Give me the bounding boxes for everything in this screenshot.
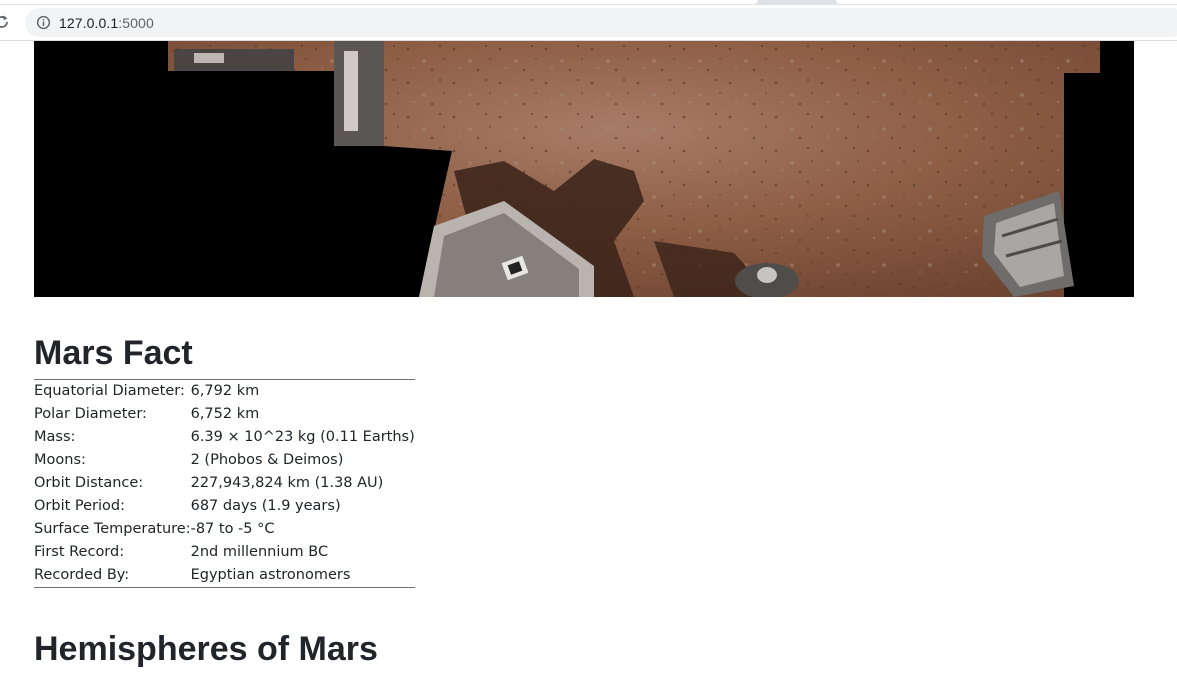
fact-label: Orbit Period: <box>34 498 126 514</box>
featured-mars-image <box>34 41 1134 297</box>
mars-facts-heading: Mars Fact <box>34 334 193 372</box>
mars-facts-table: Equatorial Diameter: 6,792 km Polar Diam… <box>34 379 415 588</box>
fact-value: 6,752 km <box>190 406 260 422</box>
table-row: First Record: 2nd millennium BC <box>34 541 415 564</box>
reload-icon[interactable] <box>0 14 10 30</box>
table-row: Equatorial Diameter: 6,792 km <box>34 380 415 404</box>
table-row: Orbit Distance: 227,943,824 km (1.38 AU) <box>34 472 415 495</box>
browser-toolbar: 127.0.0.1:5000 <box>0 5 1177 41</box>
fact-value: 6.39 × 10^23 kg (0.11 Earths) <box>190 429 415 445</box>
fact-label: Recorded By: <box>34 567 130 583</box>
fact-value: 2nd millennium BC <box>190 544 329 560</box>
fact-value: 2 (Phobos & Deimos) <box>190 452 344 468</box>
fact-label: Surface Temperature: <box>34 521 191 537</box>
fact-value: -87 to -5 °C <box>190 521 275 537</box>
fact-label: Polar Diameter: <box>34 406 147 422</box>
fact-label: Moons: <box>34 452 86 468</box>
table-row: Surface Temperature: -87 to -5 °C <box>34 518 415 541</box>
table-row: Recorded By: Egyptian astronomers <box>34 564 415 588</box>
table-row: Orbit Period: 687 days (1.9 years) <box>34 495 415 518</box>
fact-label: Mass: <box>34 429 76 445</box>
fact-value: 227,943,824 km (1.38 AU) <box>190 475 384 491</box>
address-bar[interactable]: 127.0.0.1:5000 <box>25 8 1177 37</box>
info-icon[interactable] <box>36 15 51 30</box>
fact-value: 687 days (1.9 years) <box>190 498 341 514</box>
fact-label: Orbit Distance: <box>34 475 144 491</box>
hemispheres-heading: Hemispheres of Mars <box>34 630 378 668</box>
browser-tab[interactable] <box>836 0 1177 4</box>
fact-label: Equatorial Diameter: <box>34 383 185 399</box>
fact-value: Egyptian astronomers <box>190 567 351 583</box>
table-row: Moons: 2 (Phobos & Deimos) <box>34 449 415 472</box>
fact-value: 6,792 km <box>190 383 260 399</box>
browser-tab[interactable] <box>0 0 758 4</box>
fact-label: First Record: <box>34 544 125 560</box>
url-text[interactable]: 127.0.0.1:5000 <box>59 15 154 31</box>
table-row: Mass: 6.39 × 10^23 kg (0.11 Earths) <box>34 426 415 449</box>
table-row: Polar Diameter: 6,752 km <box>34 403 415 426</box>
